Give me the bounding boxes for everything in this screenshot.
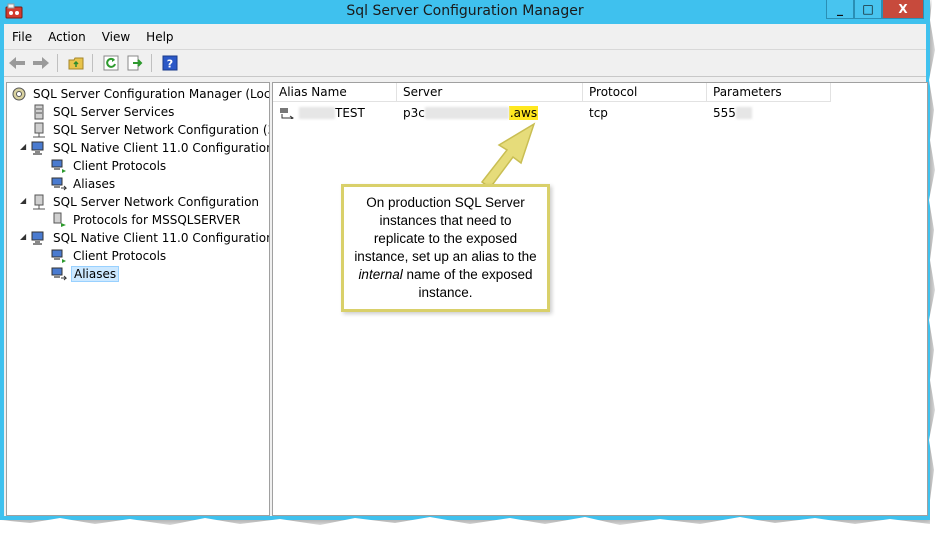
redacted-text: [299, 106, 335, 119]
collapse-icon[interactable]: ◢: [20, 196, 30, 205]
tree-item-label: Client Protocols: [73, 158, 167, 173]
network-config-icon: [31, 194, 47, 210]
aliases-icon: [51, 176, 67, 192]
server-suffix-highlight: .aws: [508, 105, 539, 120]
tree-item-sql-server-services[interactable]: SQL Server Services: [31, 103, 176, 120]
native-client-icon: [31, 140, 47, 156]
window-title: Sql Server Configuration Manager: [346, 3, 584, 19]
server-cell: p3c .aws: [403, 104, 539, 121]
native-client-icon: [31, 230, 47, 246]
tree-item-label: Aliases: [73, 176, 116, 191]
column-header-parameters[interactable]: Parameters: [707, 83, 831, 102]
collapse-icon[interactable]: ◢: [20, 142, 30, 151]
back-icon[interactable]: [6, 53, 28, 73]
title-bar[interactable]: Sql Server Configuration Manager _ □ X: [0, 0, 930, 24]
tree-pane: SQL Server Configuration Manager (Local)…: [6, 82, 270, 516]
tree-item-label: SQL Server Network Configuration: [53, 194, 260, 209]
tree-item-label: SQL Server Services: [53, 104, 175, 119]
tree-item-client-protocols-32[interactable]: Client Protocols: [51, 157, 168, 174]
menu-file[interactable]: File: [4, 30, 40, 44]
collapse-icon[interactable]: ◢: [20, 232, 30, 241]
toolbar-separator: [92, 54, 93, 72]
protocols-icon: [51, 248, 67, 264]
screenshot-page: Sql Server Configuration Manager _ □ X F…: [0, 0, 942, 537]
help-icon[interactable]: ?: [159, 53, 181, 73]
menu-bar: File Action View Help: [4, 26, 182, 48]
tree-item-network-config-32[interactable]: SQL Server Network Configuration (32bit): [31, 121, 269, 138]
column-header-server[interactable]: Server: [397, 83, 583, 102]
callout-text: On production SQL Server instances that …: [354, 194, 537, 302]
redacted-text: [424, 106, 509, 119]
menu-view[interactable]: View: [94, 30, 138, 44]
protocols-icon: [51, 212, 67, 228]
parameters-visible: 555: [713, 105, 736, 120]
maximize-button[interactable]: □: [854, 0, 882, 19]
server-prefix: p3c: [403, 105, 425, 120]
minimize-button[interactable]: _: [826, 0, 854, 19]
tree-item-client-protocols[interactable]: Client Protocols: [51, 247, 168, 264]
forward-icon[interactable]: [30, 53, 52, 73]
tree-item-label: Client Protocols: [73, 248, 167, 263]
server-config-icon: [11, 86, 27, 102]
tree-item-label: SQL Native Client 11.0 Configuration: [53, 230, 270, 245]
tree-item-aliases-32[interactable]: Aliases: [51, 175, 117, 192]
tree-item-label: SQL Server Network Configuration (32bit): [53, 122, 269, 137]
annotation-callout: On production SQL Server instances that …: [341, 184, 550, 312]
tree-item-protocols-mssqlserver[interactable]: Protocols for MSSQLSERVER: [51, 211, 242, 228]
export-list-icon[interactable]: [124, 53, 146, 73]
toolbar-separator: [57, 54, 58, 72]
svg-text:?: ?: [167, 58, 173, 71]
close-button[interactable]: X: [882, 0, 924, 19]
callout-text-part1: On production SQL Server instances that …: [354, 195, 537, 264]
services-icon: [31, 104, 47, 120]
alias-name-visible: TEST: [335, 105, 365, 120]
tree-item-native-client[interactable]: SQL Native Client 11.0 Configuration: [31, 229, 270, 246]
tree-item-network-config[interactable]: SQL Server Network Configuration: [31, 193, 261, 210]
parameters-cell: 555: [713, 104, 752, 121]
tree-item-label: SQL Native Client 11.0 Configuration (32…: [53, 140, 270, 155]
column-header-protocol[interactable]: Protocol: [583, 83, 707, 102]
tree-item-label: Aliases: [71, 265, 120, 282]
column-header-alias-name[interactable]: Alias Name: [273, 83, 397, 102]
aliases-icon: [51, 266, 67, 282]
menu-action[interactable]: Action: [40, 30, 94, 44]
window-controls: _ □ X: [826, 0, 924, 20]
alias-row-icon: [279, 107, 295, 119]
callout-emphasis: internal: [358, 267, 403, 282]
up-folder-icon[interactable]: [65, 53, 87, 73]
toolbar-separator: [151, 54, 152, 72]
menu-help[interactable]: Help: [138, 30, 181, 44]
tree-item-native-client-32[interactable]: SQL Native Client 11.0 Configuration (32…: [31, 139, 270, 156]
tree-item-root[interactable]: SQL Server Configuration Manager (Local): [11, 85, 270, 102]
redacted-text: [735, 106, 752, 119]
alias-name-cell: TEST: [279, 104, 365, 121]
callout-text-part2: name of the exposed instance.: [402, 267, 533, 300]
protocol-cell: tcp: [589, 105, 608, 120]
network-config-icon: [31, 122, 47, 138]
protocols-icon: [51, 158, 67, 174]
tree-item-label: SQL Server Configuration Manager (Local): [33, 86, 270, 101]
tree-item-aliases[interactable]: Aliases: [51, 265, 120, 282]
tree-item-label: Protocols for MSSQLSERVER: [73, 212, 241, 227]
toolbar: ?: [4, 49, 926, 77]
refresh-icon[interactable]: [100, 53, 122, 73]
